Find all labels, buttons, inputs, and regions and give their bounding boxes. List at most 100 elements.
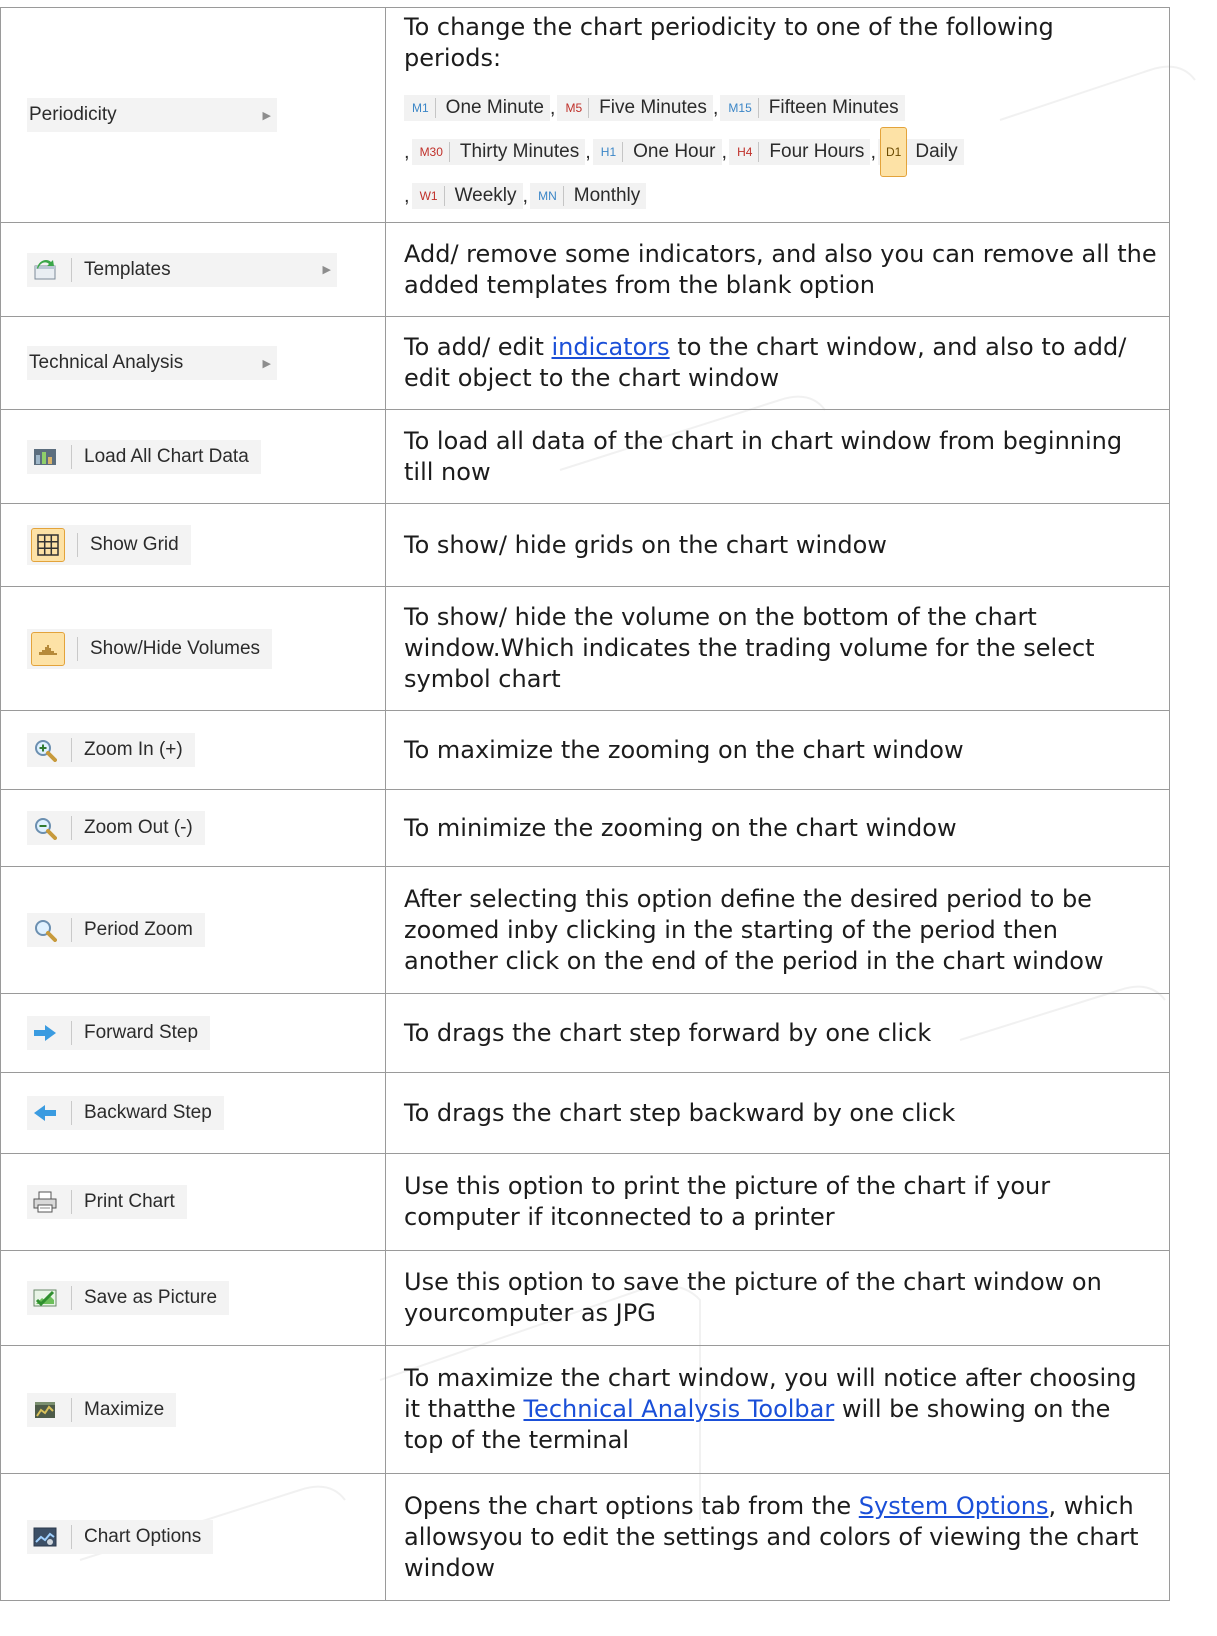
menu-item-zoom-out[interactable]: Zoom Out (-) bbox=[27, 811, 205, 845]
period-code-badge: W1 bbox=[419, 188, 438, 203]
table-row: Templates ▶ Add/ remove some indicators,… bbox=[0, 222, 1170, 317]
chart-menu-reference-table: Periodicity ▶ To change the chart period… bbox=[0, 7, 1170, 1601]
menu-item-cell: Chart Options bbox=[0, 1473, 386, 1601]
menu-item-show-hide-volumes[interactable]: Show/Hide Volumes bbox=[27, 628, 273, 669]
period-option-m15[interactable]: M15 Fifteen Minutes bbox=[720, 94, 905, 121]
separator bbox=[71, 1525, 72, 1549]
period-option-mn[interactable]: MN Monthly bbox=[530, 182, 647, 209]
period-code-badge: M5 bbox=[565, 100, 583, 115]
menu-item-label: Chart Options bbox=[84, 1526, 202, 1547]
menu-item-label: Zoom Out (-) bbox=[84, 817, 193, 838]
table-row: Zoom In (+) To maximize the zooming on t… bbox=[0, 710, 1170, 790]
description-cell: To change the chart periodicity to one o… bbox=[385, 7, 1170, 223]
period-separator-comma: , bbox=[712, 97, 719, 119]
table-row: Print Chart Use this option to print the… bbox=[0, 1153, 1170, 1251]
description-cell: To drags the chart step backward by one … bbox=[385, 1072, 1170, 1154]
menu-item-chart-options[interactable]: Chart Options bbox=[27, 1520, 214, 1554]
period-name: Weekly bbox=[454, 184, 517, 206]
menu-item-cell: Periodicity ▶ bbox=[0, 7, 386, 223]
table-row: Period Zoom After selecting this option … bbox=[0, 866, 1170, 994]
menu-item-label: Templates bbox=[84, 258, 171, 280]
description-cell: To maximize the zooming on the chart win… bbox=[385, 710, 1170, 790]
submenu-arrow-icon: ▶ bbox=[262, 357, 271, 370]
description-cell: To load all data of the chart in chart w… bbox=[385, 409, 1170, 504]
separator bbox=[71, 816, 72, 840]
menu-item-backward-step[interactable]: Backward Step bbox=[27, 1096, 224, 1130]
menu-item-cell: Show Grid bbox=[0, 503, 386, 587]
menu-item-zoom-in[interactable]: Zoom In (+) bbox=[27, 733, 195, 767]
menu-item-cell: Save as Picture bbox=[0, 1250, 386, 1346]
separator bbox=[757, 97, 759, 118]
menu-item-cell: Period Zoom bbox=[0, 866, 386, 994]
period-code-badge: MN bbox=[538, 188, 557, 203]
menu-item-label: Backward Step bbox=[84, 1102, 212, 1123]
menu-item-show-grid[interactable]: Show Grid bbox=[27, 525, 191, 565]
separator bbox=[71, 1021, 72, 1045]
period-separator-comma: , bbox=[522, 185, 529, 207]
menu-item-technical-analysis[interactable]: Technical Analysis ▶ bbox=[27, 346, 277, 380]
menu-item-cell: Templates ▶ bbox=[0, 222, 386, 317]
period-option-m1[interactable]: M1 One Minute bbox=[404, 94, 550, 121]
menu-item-save-as-picture[interactable]: Save as Picture bbox=[27, 1281, 230, 1315]
description-cell: To show/ hide the volume on the bottom o… bbox=[385, 586, 1170, 711]
menu-item-cell: Backward Step bbox=[0, 1072, 386, 1154]
menu-item-templates[interactable]: Templates ▶ bbox=[27, 252, 337, 287]
technical-analysis-toolbar-link[interactable]: Technical Analysis Toolbar bbox=[523, 1395, 834, 1423]
menu-item-label: Save as Picture bbox=[84, 1287, 218, 1308]
separator bbox=[71, 1101, 72, 1125]
menu-item-label: Technical Analysis bbox=[29, 352, 184, 373]
menu-item-periodicity[interactable]: Periodicity ▶ bbox=[27, 98, 277, 132]
menu-item-cell: Maximize bbox=[0, 1345, 386, 1474]
separator bbox=[562, 185, 564, 206]
menu-item-cell: Load All Chart Data bbox=[0, 409, 386, 504]
separator bbox=[77, 533, 78, 557]
forward-arrow-icon bbox=[31, 1021, 59, 1045]
chart-options-icon bbox=[31, 1525, 59, 1549]
period-option-d1[interactable]: D1 Daily bbox=[878, 126, 964, 177]
description-cell: Use this option to print the picture of … bbox=[385, 1153, 1170, 1251]
menu-item-print-chart[interactable]: Print Chart bbox=[27, 1185, 187, 1219]
separator bbox=[71, 1286, 72, 1310]
period-code-badge: M15 bbox=[728, 100, 752, 115]
separator bbox=[448, 141, 450, 162]
templates-icon bbox=[31, 258, 59, 282]
menu-item-label: Period Zoom bbox=[84, 919, 193, 940]
period-code-badge: D1 bbox=[880, 126, 908, 177]
description-cell: To minimize the zooming on the chart win… bbox=[385, 789, 1170, 867]
period-option-h1[interactable]: H1 One Hour bbox=[592, 138, 722, 165]
description-cell: To maximize the chart window, you will n… bbox=[385, 1345, 1170, 1474]
separator bbox=[588, 97, 590, 118]
period-name: Daily bbox=[915, 140, 958, 162]
menu-item-forward-step[interactable]: Forward Step bbox=[27, 1016, 211, 1050]
description-cell: To show/ hide grids on the chart window bbox=[385, 503, 1170, 587]
volumes-icon bbox=[31, 631, 65, 666]
menu-item-load-all-chart-data[interactable]: Load All Chart Data bbox=[27, 439, 261, 474]
menu-item-label: Periodicity bbox=[29, 104, 117, 125]
grid-icon bbox=[31, 528, 65, 562]
zoom-in-icon bbox=[31, 738, 59, 762]
period-option-w1[interactable]: W1 Weekly bbox=[411, 182, 523, 209]
menu-item-label: Load All Chart Data bbox=[84, 445, 249, 467]
separator bbox=[77, 636, 78, 661]
table-row: Technical Analysis ▶ To add/ edit indica… bbox=[0, 316, 1170, 410]
menu-item-maximize[interactable]: Maximize bbox=[27, 1392, 177, 1427]
period-option-h4[interactable]: H4 Four Hours bbox=[729, 138, 871, 165]
period-name: Thirty Minutes bbox=[459, 140, 580, 162]
period-name: Four Hours bbox=[769, 140, 865, 162]
menu-item-cell: Zoom Out (-) bbox=[0, 789, 386, 867]
printer-icon bbox=[31, 1190, 59, 1214]
maximize-icon bbox=[31, 1398, 59, 1422]
menu-item-label: Maximize bbox=[84, 1398, 165, 1420]
menu-item-label: Show/Hide Volumes bbox=[90, 637, 261, 659]
load-chart-data-icon bbox=[31, 445, 59, 469]
menu-item-label: Zoom In (+) bbox=[84, 739, 183, 760]
menu-item-period-zoom[interactable]: Period Zoom bbox=[27, 913, 205, 947]
period-list: M1 One Minute, M5 Five Minutes, M15 Fifteen M… bbox=[404, 86, 1157, 218]
zoom-out-icon bbox=[31, 816, 59, 840]
indicators-link[interactable]: indicators bbox=[552, 333, 670, 361]
system-options-link[interactable]: System Options bbox=[859, 1492, 1049, 1520]
period-option-m5[interactable]: M5 Five Minutes bbox=[557, 94, 713, 121]
table-row: Save as Picture Use this option to save … bbox=[0, 1250, 1170, 1346]
period-code-badge: H1 bbox=[600, 144, 617, 159]
period-option-m30[interactable]: M30 Thirty Minutes bbox=[411, 138, 586, 165]
